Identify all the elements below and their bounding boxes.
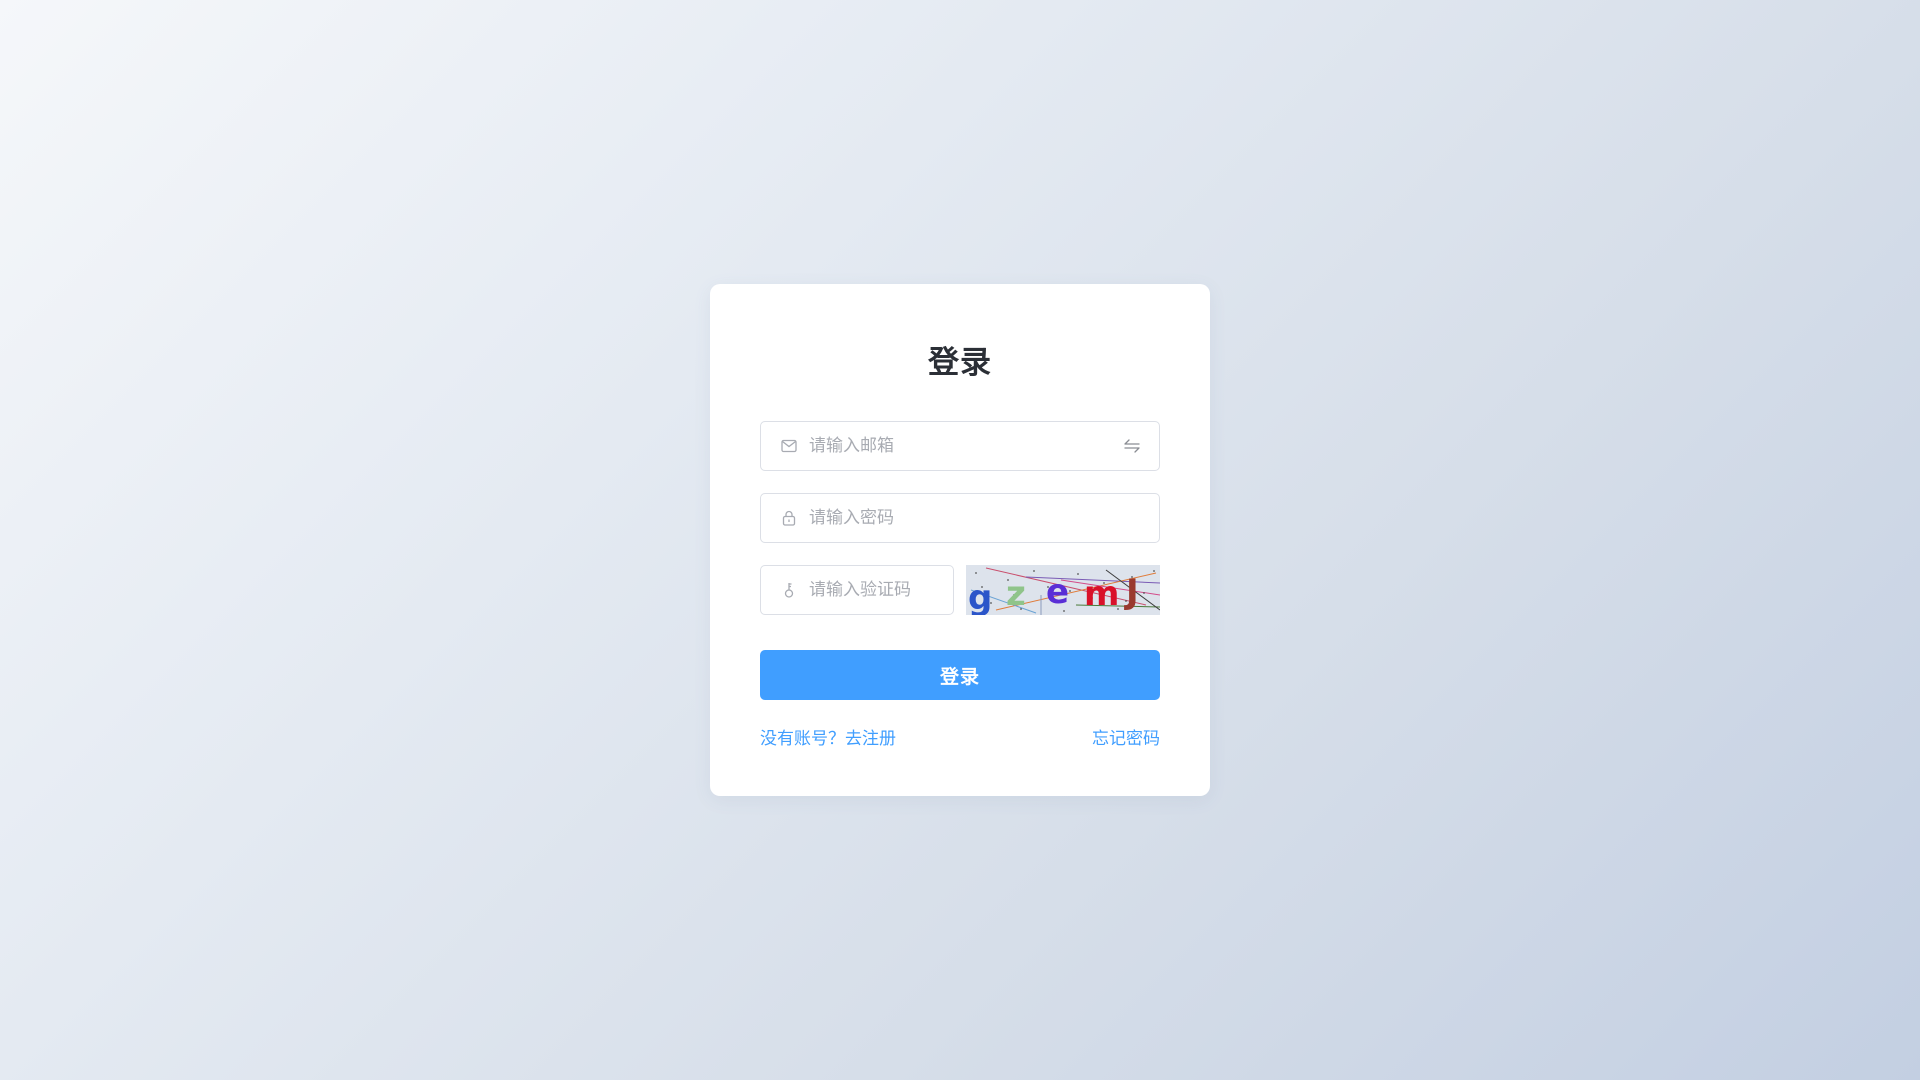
login-button[interactable]: 登录 <box>760 650 1160 700</box>
register-link[interactable]: 没有账号？去注册 <box>760 724 896 749</box>
captcha-char: z <box>1006 574 1026 614</box>
captcha-field[interactable] <box>760 565 954 615</box>
captcha-char: g <box>968 578 992 615</box>
lock-icon <box>779 508 799 528</box>
captcha-row: g z e m J <box>760 565 1160 615</box>
login-card: 登录 请输入邮箱 请输入验证码 g z e m J 登录 没有账号？去注册 忘记… <box>710 284 1210 796</box>
captcha-char: J <box>1124 572 1139 612</box>
captcha-char: e <box>1046 572 1069 612</box>
forgot-password-link[interactable]: 忘记密码 <box>1092 724 1160 749</box>
captcha-image[interactable]: g z e m J <box>966 565 1160 615</box>
captcha-input[interactable] <box>809 566 953 614</box>
page-title: 登录 <box>928 345 992 381</box>
captcha-char: m <box>1084 574 1119 614</box>
key-icon <box>779 580 799 600</box>
email-input[interactable] <box>809 422 1121 470</box>
mail-icon <box>779 436 799 456</box>
password-input[interactable] <box>809 494 1159 542</box>
password-field[interactable] <box>760 493 1160 543</box>
auth-links: 没有账号？去注册 忘记密码 <box>760 724 1160 749</box>
switch-icon[interactable] <box>1121 435 1143 457</box>
email-field[interactable] <box>760 421 1160 471</box>
